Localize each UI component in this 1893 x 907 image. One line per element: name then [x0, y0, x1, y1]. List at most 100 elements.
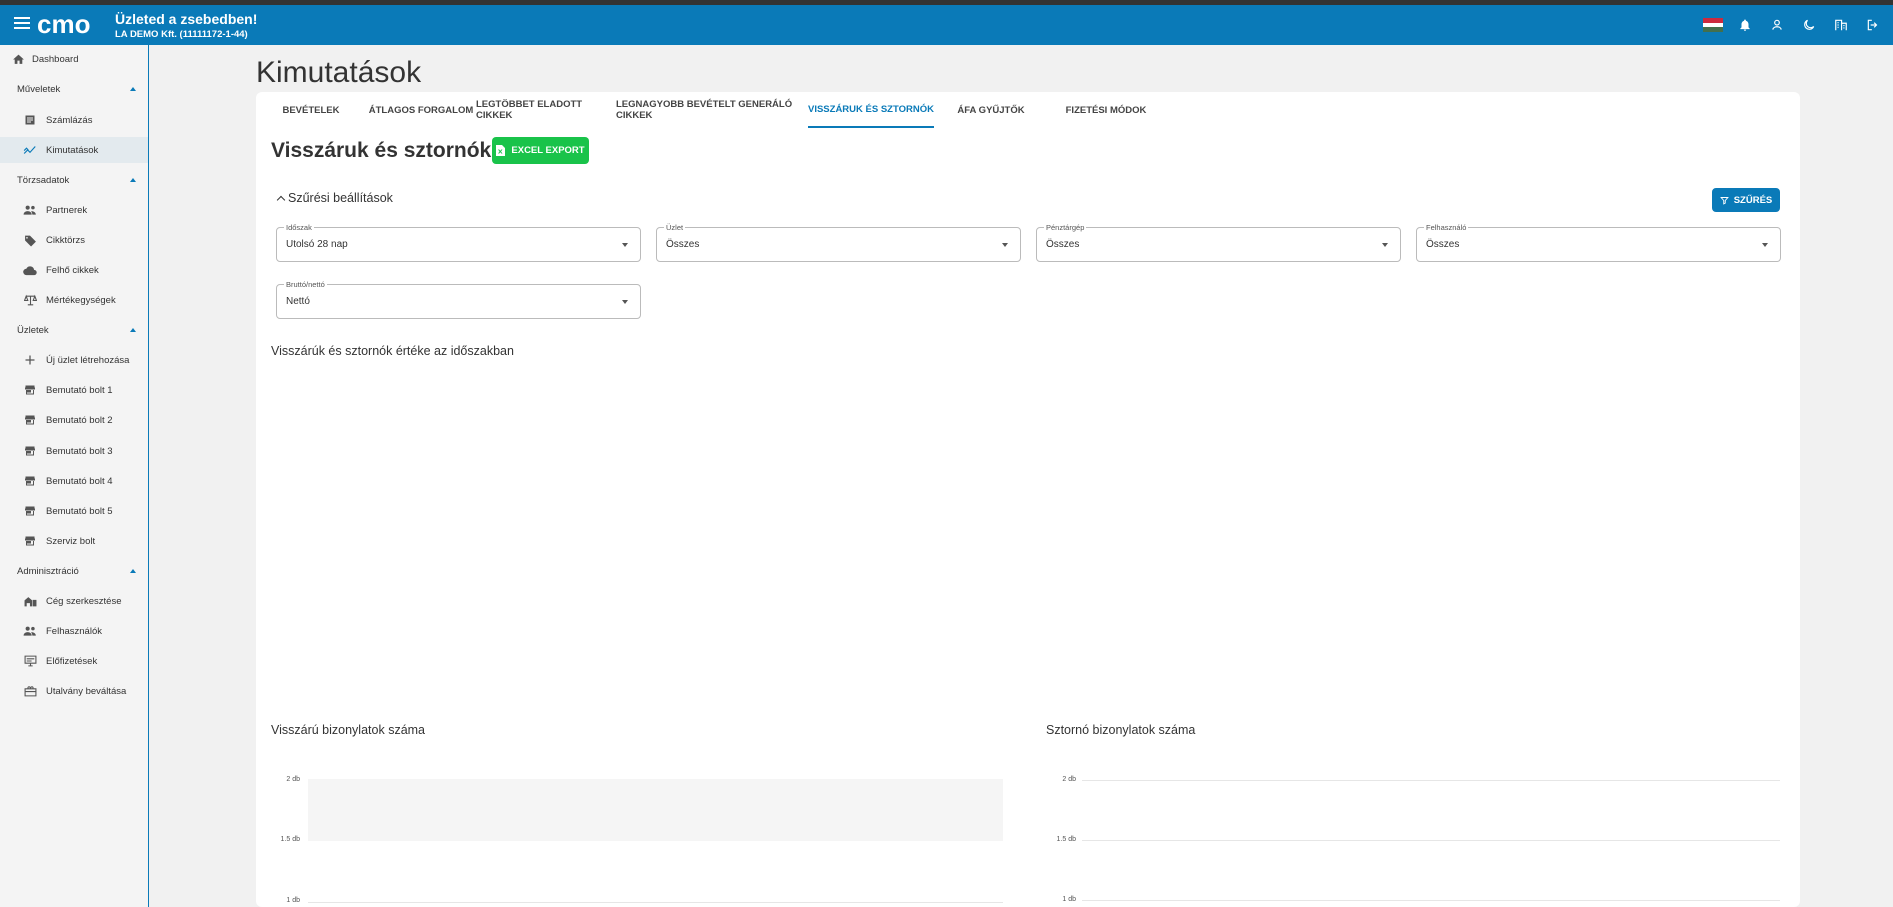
- sidebar-group-label: Üzletek: [17, 324, 49, 336]
- period-select-label: Időszak: [284, 223, 314, 232]
- tab-legnagyobb-bevetel[interactable]: LEGNAGYOBB BEVÉTELT GENERÁLÓ CIKKEK: [616, 92, 806, 128]
- chart-line-icon: [22, 142, 38, 158]
- svg-text:cmo: cmo: [37, 13, 90, 37]
- sidebar-item-bolt-5[interactable]: Bemutató bolt 5: [0, 498, 148, 524]
- scale-icon: [22, 292, 38, 308]
- dropdown-arrow-icon: [622, 243, 628, 247]
- sidebar-item-bolt-2[interactable]: Bemutató bolt 2: [0, 407, 148, 433]
- company-name[interactable]: LA DEMO Kft. (11111172-1-44): [115, 29, 248, 40]
- sidebar-group-label: Törzsadatok: [17, 174, 70, 186]
- sidebar-item-szamlazas[interactable]: Számlázás: [0, 107, 148, 133]
- dropdown-arrow-icon: [1382, 243, 1388, 247]
- sidebar: Dashboard Műveletek Számlázás Kimutatáso…: [0, 45, 149, 907]
- returns-gridline: [308, 902, 1003, 903]
- sidebar-item-bolt-4[interactable]: Bemutató bolt 4: [0, 468, 148, 494]
- sidebar-item-felho-cikkek[interactable]: Felhő cikkek: [0, 257, 148, 283]
- sidebar-item-label: Kimutatások: [46, 144, 99, 156]
- tab-visszaruk-sztornok[interactable]: VISSZÁRUK ÉS SZTORNÓK: [808, 92, 934, 128]
- tab-bevetelek[interactable]: BEVÉTELEK: [256, 92, 366, 128]
- filter-settings-toggle[interactable]: Szűrési beállítások: [276, 191, 393, 205]
- sidebar-item-ceg-szerkesztese[interactable]: Cég szerkesztése: [0, 588, 148, 614]
- menu-icon[interactable]: [14, 17, 30, 31]
- sidebar-item-label: Felhasználók: [46, 625, 102, 637]
- sidebar-item-utalvany[interactable]: Utalvány beváltása: [0, 678, 148, 704]
- sidebar-group-adminisztracio[interactable]: Adminisztráció: [0, 559, 148, 583]
- store-icon: [22, 473, 38, 489]
- sidebar-item-partnerek[interactable]: Partnerek: [0, 197, 148, 223]
- tab-afa-gyujtok[interactable]: ÁFA GYŰJTŐK: [936, 92, 1046, 128]
- gross-net-select-value: Nettó: [286, 296, 310, 307]
- sidebar-item-label: Előfizetések: [46, 655, 98, 667]
- sidebar-item-label: Cég szerkesztése: [46, 595, 122, 607]
- storno-y-tick: 1.5 db: [1056, 836, 1076, 843]
- people-icon: [22, 623, 38, 639]
- sidebar-item-elofizetesek[interactable]: Előfizetések: [0, 648, 148, 674]
- store-select-label: Üzlet: [664, 223, 686, 232]
- company-icon: [22, 593, 38, 609]
- dropdown-arrow-icon: [1762, 243, 1768, 247]
- gross-net-select[interactable]: Bruttó/nettó Nettó: [276, 280, 641, 319]
- filter-button[interactable]: SZŰRÉS: [1712, 188, 1780, 212]
- sidebar-item-label: Cikktörzs: [46, 234, 86, 246]
- storno-y-tick: 2 db: [1062, 776, 1076, 783]
- sidebar-item-label: Partnerek: [46, 204, 88, 216]
- tab-fizetesi-modok[interactable]: FIZETÉSI MÓDOK: [1046, 92, 1166, 128]
- collapse-icon: [130, 328, 136, 332]
- gross-net-select-label: Bruttó/nettó: [284, 280, 327, 289]
- collapse-icon: [130, 178, 136, 182]
- sidebar-item-bolt-1[interactable]: Bemutató bolt 1: [0, 377, 148, 403]
- returns-y-tick: 1 db: [286, 897, 300, 904]
- sidebar-item-bolt-3[interactable]: Bemutató bolt 3: [0, 438, 148, 464]
- sidebar-group-muveletek[interactable]: Műveletek: [0, 77, 148, 101]
- returns-y-tick: 1.5 db: [280, 836, 300, 843]
- plus-icon: [22, 352, 38, 368]
- sidebar-item-label: Szerviz bolt: [46, 535, 96, 547]
- sidebar-item-dashboard[interactable]: Dashboard: [0, 46, 148, 72]
- dropdown-arrow-icon: [1002, 243, 1008, 247]
- sidebar-item-label: Bemutató bolt 4: [46, 475, 113, 487]
- dark-mode-icon[interactable]: [1793, 5, 1825, 45]
- sidebar-group-uzletek[interactable]: Üzletek: [0, 318, 148, 342]
- logout-icon[interactable]: [1857, 5, 1889, 45]
- period-select[interactable]: Időszak Utolsó 28 nap: [276, 223, 641, 262]
- collapse-icon: [130, 569, 136, 573]
- tab-atlagos-forgalom[interactable]: ÁTLAGOS FORGALOM: [366, 92, 476, 128]
- bell-icon[interactable]: [1729, 5, 1761, 45]
- sidebar-item-label: Bemutató bolt 2: [46, 414, 113, 426]
- excel-export-button[interactable]: EXCEL EXPORT: [492, 137, 589, 164]
- company-switch-icon[interactable]: [1825, 5, 1857, 45]
- dropdown-arrow-icon: [622, 300, 628, 304]
- filter-button-label: SZŰRÉS: [1733, 194, 1773, 206]
- cmo-logo: cmo: [37, 13, 90, 37]
- main-chart-title: Visszárúk és sztornók értéke az időszakb…: [271, 344, 514, 358]
- store-icon: [22, 412, 38, 428]
- store-select-value: Összes: [666, 239, 700, 250]
- tab-legtobbet-eladott[interactable]: LEGTÖBBET ELADOTT CIKKEK: [476, 92, 616, 128]
- sidebar-item-label: Utalvány beváltása: [46, 685, 127, 697]
- store-icon: [22, 503, 38, 519]
- sidebar-item-kimutatasok[interactable]: Kimutatások: [0, 137, 148, 163]
- sidebar-item-label: Mértékegységek: [46, 294, 116, 306]
- returns-y-tick: 2 db: [286, 776, 300, 783]
- storno-gridline: [1082, 900, 1780, 901]
- sidebar-group-torzsadatok[interactable]: Törzsadatok: [0, 168, 148, 192]
- storno-y-tick: 1 db: [1062, 896, 1076, 903]
- page-title: Kimutatások: [256, 56, 422, 89]
- sidebar-item-mertekegysegek[interactable]: Mértékegységek: [0, 287, 148, 313]
- user-select[interactable]: Felhasználó Összes: [1416, 223, 1781, 262]
- store-icon: [22, 443, 38, 459]
- store-select[interactable]: Üzlet Összes: [656, 223, 1021, 262]
- sidebar-item-felhasznalok[interactable]: Felhasználók: [0, 618, 148, 644]
- store-icon: [22, 533, 38, 549]
- sidebar-item-szerviz-bolt[interactable]: Szerviz bolt: [0, 528, 148, 554]
- user-icon[interactable]: [1761, 5, 1793, 45]
- sidebar-item-uj-uzlet[interactable]: Új üzlet létrehozása: [0, 347, 148, 373]
- subscription-icon: [22, 653, 38, 669]
- excel-export-label: EXCEL EXPORT: [511, 145, 585, 156]
- language-flag-icon[interactable]: [1697, 5, 1729, 45]
- cash-register-select[interactable]: Pénztárgép Összes: [1036, 223, 1401, 262]
- cloud-icon: [22, 262, 38, 278]
- sidebar-item-label: Bemutató bolt 3: [46, 445, 113, 457]
- app-header: cmo Üzleted a zsebedben! LA DEMO Kft. (1…: [0, 5, 1893, 45]
- sidebar-item-cikktorzs[interactable]: Cikktörzs: [0, 227, 148, 253]
